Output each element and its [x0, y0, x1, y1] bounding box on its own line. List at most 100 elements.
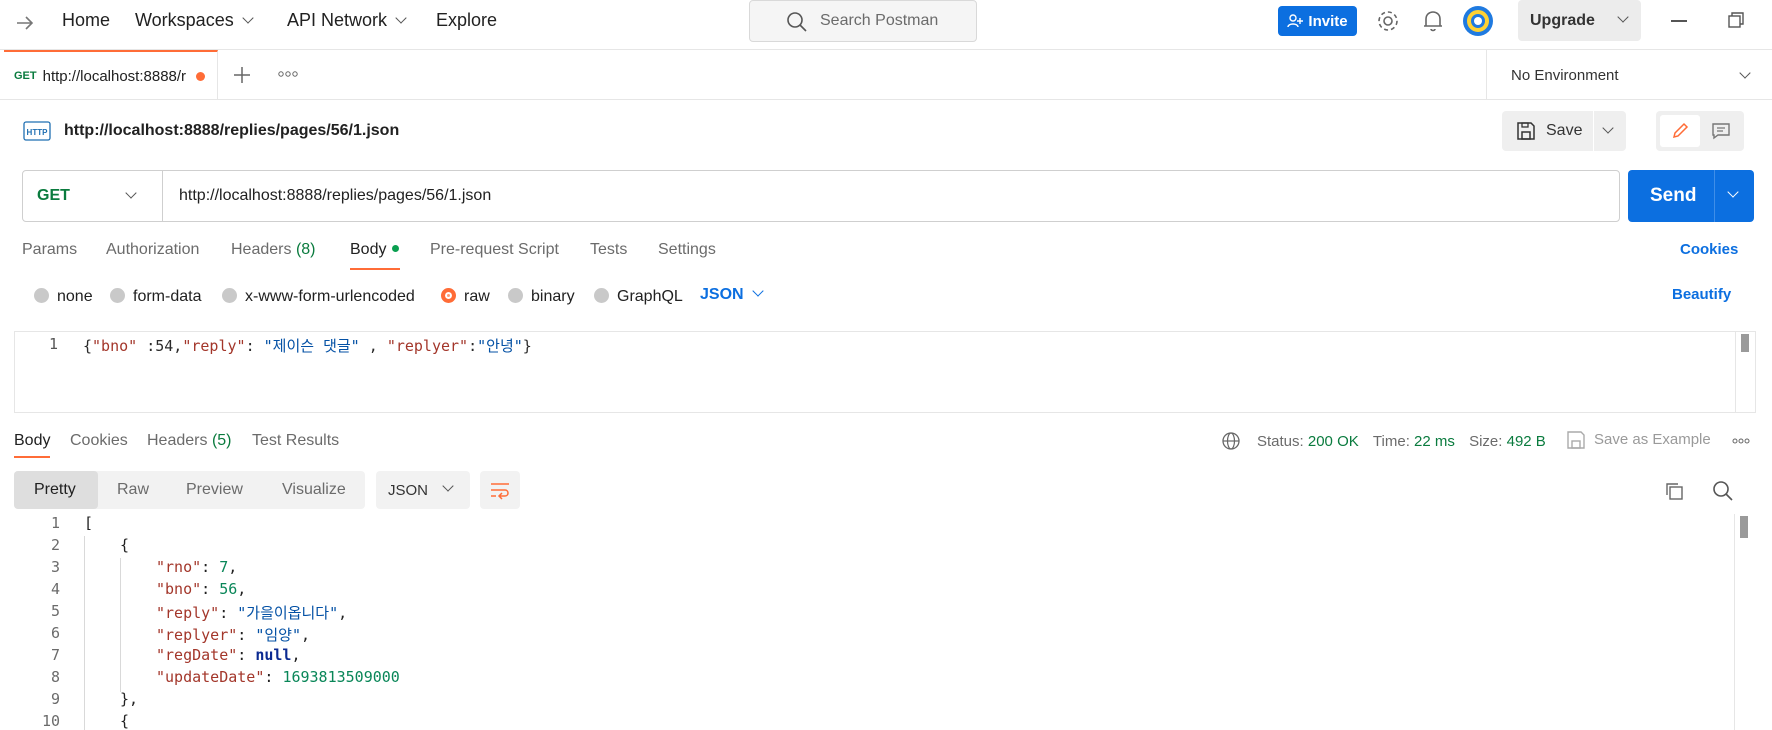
- line-number: 3: [50, 558, 60, 576]
- tab-params[interactable]: Params: [22, 241, 77, 259]
- edit-mode-button[interactable]: [1660, 115, 1700, 147]
- line-number: 9: [50, 690, 60, 708]
- tab-label: http://localhost:8888/r: [42, 67, 187, 85]
- response-meta: Status: 200 OK Time: 22 ms Size: 492 B: [1257, 433, 1546, 450]
- json-value: null: [255, 646, 292, 664]
- radio-x-www-form-urlencoded[interactable]: x-www-form-urlencoded: [222, 286, 415, 306]
- status-label: Status:: [1257, 433, 1304, 450]
- chevron-down-icon: [125, 187, 137, 199]
- response-tab-test-results[interactable]: Test Results: [252, 432, 339, 450]
- radio-label: x-www-form-urlencoded: [245, 288, 415, 305]
- json-value: 7: [219, 558, 229, 576]
- comment-icon[interactable]: [1711, 122, 1731, 140]
- tab-settings[interactable]: Settings: [658, 241, 716, 259]
- nav-api-network[interactable]: API Network: [287, 10, 407, 31]
- request-body-editor[interactable]: 1 {"bno" :54,"reply": "제이슨 댓글" , "replye…: [14, 331, 1756, 413]
- url-bar: GET http://localhost:8888/replies/pages/…: [22, 170, 1620, 222]
- radio-label: none: [57, 288, 93, 305]
- size-value[interactable]: 492 B: [1507, 433, 1546, 450]
- tab-tests[interactable]: Tests: [590, 241, 627, 259]
- wrap-lines-button[interactable]: [480, 471, 520, 509]
- plus-icon[interactable]: [233, 66, 251, 84]
- chevron-down-icon[interactable]: [1602, 122, 1614, 134]
- nav-explore[interactable]: Explore: [436, 10, 497, 31]
- json-key: "replyer": [156, 626, 238, 644]
- minimize-icon[interactable]: [1671, 20, 1687, 22]
- response-body-viewer[interactable]: 1[ 2{ 3 "rno": 7, 4 "bno": 56, 5 "reply": "…: [14, 514, 1756, 730]
- save-as-example-button[interactable]: Save as Example: [1594, 431, 1711, 448]
- code-bracket: {: [120, 536, 130, 554]
- globe-icon[interactable]: [1221, 431, 1241, 451]
- upgrade-button[interactable]: Upgrade: [1518, 0, 1641, 41]
- avatar[interactable]: [1462, 5, 1494, 37]
- chevron-down-icon: [1617, 10, 1629, 23]
- send-button[interactable]: Send: [1628, 170, 1754, 222]
- method-select[interactable]: GET: [23, 171, 163, 221]
- status-value[interactable]: 200 OK: [1308, 433, 1359, 450]
- radio-raw[interactable]: raw: [441, 286, 490, 306]
- json-key: "replyer": [386, 337, 469, 355]
- save-label: Save: [1546, 122, 1583, 139]
- tab-headers[interactable]: Headers (8): [231, 241, 316, 259]
- chevron-down-icon[interactable]: [1727, 186, 1739, 198]
- upgrade-label: Upgrade: [1530, 11, 1595, 29]
- radio-form-data[interactable]: form-data: [110, 286, 201, 306]
- invite-label: Invite: [1308, 12, 1348, 30]
- tab-body[interactable]: Body: [350, 241, 400, 259]
- nav-workspaces[interactable]: Workspaces: [135, 10, 254, 31]
- request-title[interactable]: http://localhost:8888/replies/pages/56/1…: [64, 122, 399, 140]
- line-number: 5: [50, 602, 60, 620]
- chevron-down-icon: [1739, 67, 1751, 79]
- more-options-icon[interactable]: [1732, 437, 1750, 445]
- json-value: "안녕": [477, 337, 523, 355]
- response-format-select[interactable]: JSON: [376, 471, 470, 509]
- view-raw[interactable]: Raw: [117, 481, 149, 499]
- tab-authorization[interactable]: Authorization: [106, 241, 199, 259]
- size-label: Size:: [1469, 433, 1503, 450]
- response-tab-body[interactable]: Body: [14, 432, 50, 450]
- tab-pre-request-script[interactable]: Pre-request Script: [430, 241, 559, 259]
- indent-guide: [84, 536, 85, 730]
- nav-home[interactable]: Home: [62, 10, 110, 31]
- view-pretty[interactable]: Pretty: [14, 471, 98, 509]
- beautify-link[interactable]: Beautify: [1672, 286, 1731, 303]
- time-value[interactable]: 22 ms: [1414, 433, 1455, 450]
- request-tab[interactable]: GET http://localhost:8888/r: [4, 50, 218, 100]
- wrap-lines-icon: [491, 483, 509, 500]
- save-button[interactable]: Save: [1502, 111, 1626, 151]
- invite-button[interactable]: Invite: [1278, 6, 1357, 36]
- time-label: Time:: [1372, 433, 1410, 450]
- line-number: 7: [50, 646, 60, 664]
- search-input[interactable]: Search Postman: [749, 0, 977, 42]
- copy-icon[interactable]: [1664, 481, 1684, 501]
- scrollbar-thumb[interactable]: [1741, 334, 1749, 352]
- scrollbar-thumb[interactable]: [1740, 516, 1748, 538]
- line-number: 10: [41, 712, 60, 730]
- radio-binary[interactable]: binary: [508, 286, 575, 306]
- radio-none[interactable]: none: [34, 286, 93, 306]
- json-value: "가을이옵니다": [237, 604, 339, 622]
- radio-label: binary: [531, 288, 575, 305]
- forward-arrow-icon[interactable]: [14, 12, 36, 34]
- gear-icon[interactable]: [1376, 9, 1400, 33]
- restore-icon[interactable]: [1728, 12, 1744, 28]
- save-icon: [1517, 122, 1535, 140]
- body-format-select[interactable]: JSON: [700, 285, 764, 304]
- active-tab-underline: [350, 268, 400, 270]
- more-options-icon[interactable]: [278, 70, 298, 78]
- search-icon[interactable]: [1712, 480, 1734, 502]
- url-input[interactable]: http://localhost:8888/replies/pages/56/1…: [179, 187, 491, 205]
- tab-strip: GET http://localhost:8888/r No Environme…: [0, 50, 1772, 100]
- bell-icon[interactable]: [1422, 9, 1444, 33]
- radio-graphql[interactable]: GraphQL: [594, 286, 683, 306]
- view-preview[interactable]: Preview: [186, 481, 243, 499]
- tab-headers-count: (5): [211, 432, 232, 449]
- view-visualize[interactable]: Visualize: [282, 481, 346, 499]
- chevron-down-icon: [751, 285, 764, 297]
- response-tab-cookies[interactable]: Cookies: [70, 432, 128, 450]
- response-tab-headers[interactable]: Headers (5): [147, 432, 232, 450]
- radio-label: form-data: [133, 288, 202, 305]
- cookies-link[interactable]: Cookies: [1680, 241, 1738, 258]
- radio-circle: [34, 288, 49, 303]
- environment-selector[interactable]: No Environment: [1486, 50, 1772, 100]
